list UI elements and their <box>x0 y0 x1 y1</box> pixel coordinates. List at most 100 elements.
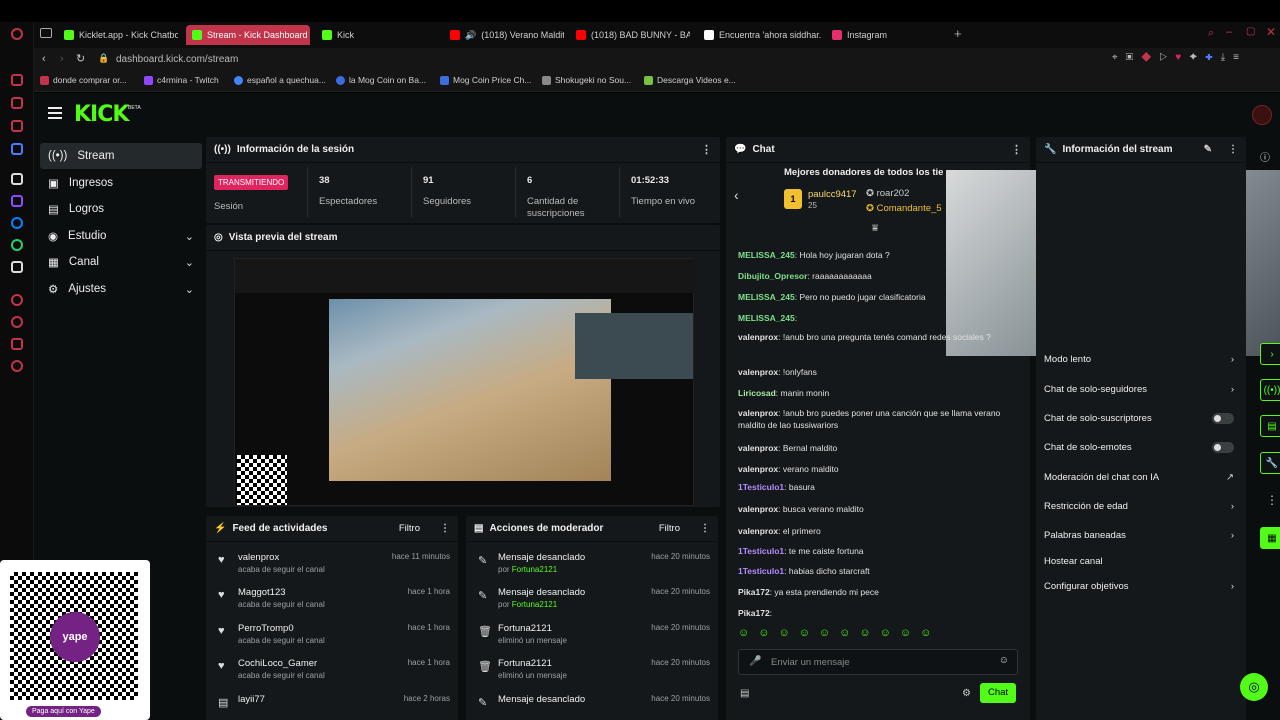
nav-estudio[interactable]: ◉ Estudio ⌄ <box>40 223 202 249</box>
layout-rail-icon[interactable]: ▤ <box>1260 415 1280 437</box>
tab-kick-dashboard[interactable]: Stream - Kick Dashboard <box>186 25 310 45</box>
snapshot-icon[interactable]: ▣ <box>1126 52 1142 63</box>
chat-username[interactable]: 1Testiculo1 <box>738 566 784 576</box>
pin-icon[interactable]: ⌖ <box>1112 52 1126 63</box>
chevron-right-icon[interactable]: › <box>1231 581 1234 592</box>
tab-instagram[interactable]: Instagram <box>826 25 926 45</box>
more-options-icon[interactable]: ⋮ <box>701 143 712 156</box>
nav-logros[interactable]: ▤ Logros <box>40 196 202 222</box>
emoji-icon[interactable]: ☺ <box>999 655 1009 666</box>
tab-manager-icon[interactable] <box>40 28 52 38</box>
tab-tiktok[interactable]: Encuentra 'ahora siddhar... <box>698 25 822 45</box>
setting-row[interactable]: Chat de solo-emotes <box>1044 437 1234 457</box>
stream-preview-video[interactable] <box>234 258 695 506</box>
bookmark-item[interactable]: donde comprar or... <box>40 75 127 85</box>
search-tabs-icon[interactable]: ⌕ <box>1208 27 1214 40</box>
games-icon[interactable] <box>11 143 23 155</box>
chevron-button-icon[interactable]: › <box>1260 343 1280 365</box>
player-icon[interactable] <box>11 294 23 306</box>
chat-username[interactable]: MELISSA_245 <box>738 250 795 260</box>
chat-username[interactable]: Dibujito_Opresor <box>738 271 807 281</box>
tab-kicklet[interactable]: Kicklet.app - Kick Chatbot <box>58 25 178 45</box>
info-icon[interactable]: ⓘ <box>1260 149 1270 164</box>
crypto-wallet-icon[interactable] <box>11 97 23 109</box>
activity-user[interactable]: CochiLoco_Gamer <box>238 658 317 669</box>
nav-stream[interactable]: ((•)) Stream <box>40 143 202 169</box>
url-input[interactable]: dashboard.kick.com/stream <box>116 54 238 65</box>
kick-logo[interactable]: KICK <box>74 102 129 127</box>
chat-username[interactable]: Pika172 <box>738 608 770 618</box>
forward-icon[interactable]: › <box>60 53 64 65</box>
chevron-right-icon[interactable]: › <box>1231 530 1234 541</box>
filter-button[interactable]: Filtro <box>659 523 680 534</box>
chat-username[interactable]: valenprox <box>738 408 778 418</box>
nav-ingresos[interactable]: ▣ Ingresos <box>40 170 202 196</box>
activity-user[interactable]: valenprox <box>238 552 279 563</box>
more-options-icon[interactable]: ⋮ <box>440 523 450 534</box>
chat-username[interactable]: 1Testiculo1 <box>738 482 784 492</box>
chat-username[interactable]: 1Testiculo1 <box>738 546 784 556</box>
bookmark-send-icon[interactable] <box>11 173 23 185</box>
chat-username[interactable]: valenprox <box>738 367 778 377</box>
opera-logo-icon[interactable] <box>11 28 23 40</box>
send-chat-button[interactable]: Chat <box>980 683 1016 703</box>
aria-icon[interactable] <box>11 74 23 86</box>
toggle-switch[interactable] <box>1212 441 1234 453</box>
chevron-right-icon[interactable]: › <box>1231 384 1234 395</box>
setting-row[interactable]: Palabras baneadas › <box>1044 525 1234 545</box>
toggle-switch[interactable] <box>1212 412 1234 424</box>
donor-third[interactable]: ✪ Comandante_5 <box>866 203 942 214</box>
bookmark-item[interactable]: Descarga Videos e... <box>644 75 736 85</box>
activity-user[interactable]: PerroTromp0 <box>238 623 294 634</box>
back-icon[interactable]: ‹ <box>42 53 46 65</box>
more-options-icon[interactable]: ⋮ <box>1011 143 1022 156</box>
mod-user-link[interactable]: Fortuna2121 <box>512 565 557 574</box>
pinned-toggle-icon[interactable]: ⩸ <box>872 223 878 234</box>
donor-second[interactable]: ✪ roar202 <box>866 188 909 199</box>
lock-icon[interactable]: 🔒 <box>98 53 109 64</box>
setting-row[interactable]: Moderación del chat con IA ↗ <box>1044 467 1234 487</box>
puzzle-icon[interactable]: ✦ <box>1189 52 1205 63</box>
whatsapp-icon[interactable] <box>11 239 23 251</box>
setting-row[interactable]: Hostear canal <box>1044 551 1234 571</box>
chat-username[interactable]: valenprox <box>738 464 778 474</box>
tab-verano-maldito[interactable]: 🔊 (1018) Verano Maldito <box>444 25 564 45</box>
setting-row[interactable]: Restricción de edad › <box>1044 496 1234 516</box>
chat-username[interactable]: valenprox <box>738 443 778 453</box>
chat-username[interactable]: MELISSA_245 <box>738 313 795 323</box>
mod-action-title[interactable]: Fortuna2121 <box>498 658 552 669</box>
x-twitter-icon[interactable] <box>11 261 23 273</box>
chevron-left-icon[interactable]: ‹ <box>734 187 739 203</box>
gift-icon[interactable]: ▤ <box>740 688 749 699</box>
hamburger-menu-icon[interactable] <box>48 107 62 119</box>
heart-icon[interactable]: ♥ <box>1175 52 1189 63</box>
menu-icon[interactable]: ≡ <box>1233 52 1247 63</box>
mod-action-title[interactable]: Fortuna2121 <box>498 623 552 634</box>
setting-row[interactable]: Configurar objetivos › <box>1044 576 1234 596</box>
chat-username[interactable]: valenprox <box>738 526 778 536</box>
chat-username[interactable]: Liricosad <box>738 388 776 398</box>
emote-quickbar[interactable]: ☺☺☺☺☺☺☺☺☺☺ <box>738 627 1018 639</box>
settings-gear-icon[interactable] <box>11 360 23 372</box>
new-tab-icon[interactable]: + <box>954 26 962 41</box>
activity-user[interactable]: Maggot123 <box>238 587 286 598</box>
bookmark-item[interactable]: c4rmina - Twitch <box>144 75 219 85</box>
play-icon[interactable]: ▷ <box>1159 52 1175 63</box>
bookmark-item[interactable]: Shokugeki no Sou... <box>542 75 631 85</box>
chat-input[interactable]: 🎤 Enviar un mensaje ☺ <box>738 649 1018 675</box>
reload-icon[interactable]: ↻ <box>76 52 85 65</box>
bookmark-item[interactable]: Mog Coin Price Ch... <box>440 75 531 85</box>
chat-username[interactable]: valenprox <box>738 332 778 342</box>
setting-row[interactable]: Chat de solo-suscriptores <box>1044 408 1234 428</box>
external-link-icon[interactable]: ↗ <box>1226 472 1234 483</box>
support-chat-icon[interactable]: ◎ <box>1240 673 1268 701</box>
setting-row[interactable]: Chat de solo-seguidores › <box>1044 379 1234 399</box>
download-icon[interactable]: ⤓ <box>1221 52 1233 63</box>
wrench-rail-icon[interactable]: 🔧 <box>1260 452 1280 474</box>
avatar[interactable] <box>1252 105 1272 125</box>
chevron-right-icon[interactable]: › <box>1231 354 1234 365</box>
more-options-icon[interactable]: ⋮ <box>700 523 710 534</box>
clapperboard-rail-icon[interactable]: ▦ <box>1260 527 1280 549</box>
vpn-icon[interactable]: ◆ <box>1141 52 1159 63</box>
chat-username[interactable]: valenprox <box>738 504 778 514</box>
